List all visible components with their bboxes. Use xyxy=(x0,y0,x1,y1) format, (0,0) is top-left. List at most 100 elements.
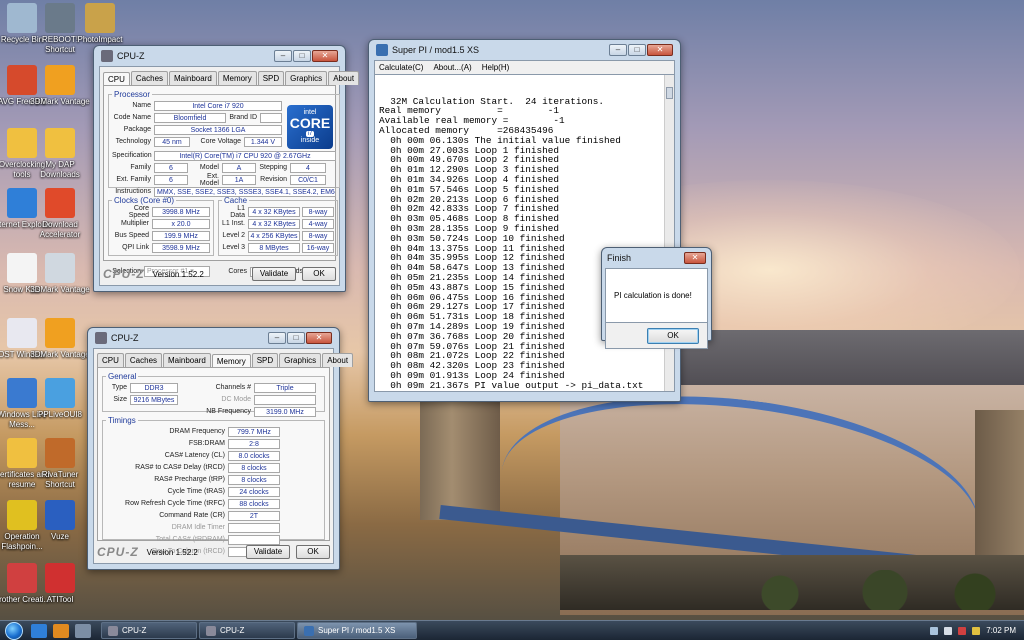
minimize-button[interactable]: – xyxy=(274,50,292,62)
size-label: Size xyxy=(113,396,127,403)
desktop-icon[interactable]: ATITool xyxy=(30,563,90,605)
maximize-button[interactable]: □ xyxy=(287,332,305,344)
taskbar-item-superpi[interactable]: Super PI / mod1.5 XS xyxy=(297,622,417,639)
taskbar-item-cpuz-1[interactable]: CPU-Z xyxy=(101,622,197,639)
desktop-icon-label: ATITool xyxy=(46,595,74,604)
desktop-icon[interactable]: RivaTuner Shortcut xyxy=(30,438,90,490)
tab-mainboard[interactable]: Mainboard xyxy=(169,71,217,85)
menu-calculate[interactable]: Calculate(C) xyxy=(379,63,423,72)
desktop-icon[interactable]: 3DMark Vantage xyxy=(30,318,90,360)
close-button[interactable]: ✕ xyxy=(306,332,332,344)
desktop-icon[interactable]: 3DMark Vantage xyxy=(30,65,90,107)
cpuz-footer: CPU-Z Version 1.52.2 Validate OK xyxy=(103,266,336,282)
taskbar-item-cpuz-2[interactable]: CPU-Z xyxy=(199,622,295,639)
security-icon[interactable] xyxy=(958,626,967,635)
desktop-icon-label: 3DMark Vantage xyxy=(30,285,90,294)
cpu-name-value: Intel Core i7 920 xyxy=(154,100,282,111)
power-icon[interactable] xyxy=(972,626,981,635)
timing-value: 8 clocks xyxy=(228,462,280,473)
desktop-icon[interactable]: My DAP Downloads xyxy=(30,128,90,180)
superpi-titlebar[interactable]: Super PI / mod1.5 XS – □ ✕ xyxy=(374,40,675,60)
cpuz-app-icon xyxy=(101,50,113,62)
start-button[interactable] xyxy=(0,621,28,640)
corevoltage-value: 1.344 V xyxy=(244,136,282,147)
finish-titlebar[interactable]: Finish ✕ xyxy=(605,248,708,268)
ok-button[interactable]: OK xyxy=(296,545,330,559)
ok-button[interactable]: OK xyxy=(302,267,336,281)
menu-help[interactable]: Help(H) xyxy=(482,63,510,72)
validate-button[interactable]: Validate xyxy=(252,267,296,281)
timing-row: DRAM Idle Timer xyxy=(106,522,321,533)
timing-value: 88 clocks xyxy=(228,498,280,509)
desktop-icon[interactable]: PhotoImpact xyxy=(70,3,130,45)
extmodel-label: Ext. Model xyxy=(199,172,219,187)
package-value: Socket 1366 LGA xyxy=(154,124,282,135)
tab-caches[interactable]: Caches xyxy=(124,353,163,367)
taskbar-item-label: CPU-Z xyxy=(122,626,147,635)
timing-row: Command Rate (CR) 2T xyxy=(106,510,321,521)
media-player-icon[interactable] xyxy=(53,623,69,638)
tab-spd[interactable]: SPD xyxy=(257,71,285,85)
timing-value: 799.7 MHz xyxy=(228,426,280,437)
tab-about[interactable]: About xyxy=(328,71,360,85)
model-value: A xyxy=(222,162,256,173)
desktop-icon-image xyxy=(45,128,75,158)
cpuz-memory-titlebar[interactable]: CPU-Z – □ ✕ xyxy=(93,328,334,348)
tab-memory[interactable]: Memory xyxy=(217,71,257,85)
timings-list: DRAM Frequency 799.7 MHz FSB:DRAM 2:8 CAS# L… xyxy=(106,426,321,557)
tab-graphics[interactable]: Graphics xyxy=(279,353,322,367)
nbfreq-value: 3199.0 MHz xyxy=(254,406,316,417)
finish-dialog: Finish ✕ PI calculation is done! OK xyxy=(601,247,712,349)
scrollbar-thumb[interactable] xyxy=(666,87,673,99)
specification-value: Intel(R) Core(TM) i7 CPU 920 @ 2.67GHz xyxy=(154,150,336,161)
minimize-button[interactable]: – xyxy=(268,332,286,344)
output-line: 0h 09m 21.367s PI value output -> pi_dat… xyxy=(379,379,644,391)
desktop-icon-image xyxy=(85,3,115,33)
desktop-icon-label: 3DMark Vantage xyxy=(30,97,90,106)
tab-cpu[interactable]: CPU xyxy=(103,72,130,86)
minimize-button[interactable]: – xyxy=(609,44,627,56)
tab-graphics[interactable]: Graphics xyxy=(285,71,328,85)
close-button[interactable]: ✕ xyxy=(647,44,673,56)
desktop-icon[interactable]: Vuze xyxy=(30,500,90,542)
qpi-value: 3598.9 MHz xyxy=(152,242,210,253)
network-icon[interactable] xyxy=(930,626,939,635)
tab-spd[interactable]: SPD xyxy=(251,353,279,367)
cpuz-cpu-window: CPU-Z – □ ✕ CPU Caches Mainboard Memory … xyxy=(93,45,360,292)
taskbar-clock[interactable]: 7:02 PM xyxy=(986,626,1016,635)
volume-icon[interactable] xyxy=(944,626,953,635)
timing-label: FSB:DRAM xyxy=(188,440,225,447)
intel-logo-inside: inside xyxy=(300,137,320,144)
close-button[interactable]: ✕ xyxy=(684,252,706,264)
desktop-icon[interactable]: PPLiveOUI8 xyxy=(30,378,90,420)
internet-explorer-icon[interactable] xyxy=(31,623,47,638)
channels-value: Triple xyxy=(254,382,316,393)
tab-memory[interactable]: Memory xyxy=(211,354,251,368)
general-legend: General xyxy=(108,372,137,381)
validate-button[interactable]: Validate xyxy=(246,545,290,559)
close-button[interactable]: ✕ xyxy=(312,50,338,62)
menu-about[interactable]: About...(A) xyxy=(433,63,471,72)
tab-caches[interactable]: Caches xyxy=(130,71,169,85)
tab-about[interactable]: About xyxy=(322,353,354,367)
tab-cpu[interactable]: CPU xyxy=(97,353,124,367)
cpuz-app-icon xyxy=(108,625,118,636)
timing-row: RAS# Precharge (tRP) 8 clocks xyxy=(106,474,321,485)
show-desktop-icon[interactable] xyxy=(75,623,91,638)
instructions-value: MMX, SSE, SSE2, SSE3, SSSE3, SSE4.1, SSE… xyxy=(154,186,336,197)
maximize-button[interactable]: □ xyxy=(293,50,311,62)
version-label: Version 1.52.2 xyxy=(146,547,198,557)
desktop-icon[interactable]: Download Accelerator xyxy=(30,188,90,240)
timing-label: DRAM Frequency xyxy=(169,428,225,435)
l1i-way-value: 4-way xyxy=(302,218,334,229)
l1d-way-value: 8-way xyxy=(302,206,334,217)
cache-group: Cache L1 Data 4 x 32 KBytes 8-way L1 Inst.… xyxy=(218,196,338,256)
desktop-icon[interactable]: 3DMark Vantage xyxy=(30,253,90,295)
timing-row: Row Refresh Cycle Time (tRFC) 88 clocks xyxy=(106,498,321,509)
processor-group: Processor intel CORE i7 inside Name Intel… xyxy=(108,90,340,197)
ok-button[interactable]: OK xyxy=(647,328,699,344)
maximize-button[interactable]: □ xyxy=(628,44,646,56)
tab-mainboard[interactable]: Mainboard xyxy=(163,353,211,367)
wallpaper-trees xyxy=(720,570,1020,610)
cpuz-cpu-titlebar[interactable]: CPU-Z – □ ✕ xyxy=(99,46,340,66)
